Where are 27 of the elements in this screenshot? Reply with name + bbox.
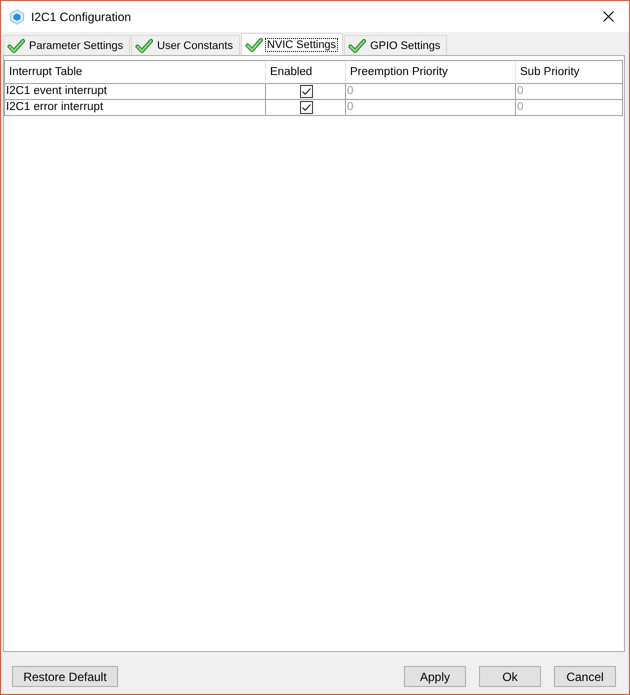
table-cell: 0	[517, 84, 524, 99]
tab[interactable]: User Constants	[131, 35, 240, 55]
table-cell: 0	[347, 100, 354, 115]
check-icon	[348, 38, 366, 54]
tab[interactable]: NVIC Settings	[240, 33, 344, 55]
check-icon	[244, 36, 263, 52]
table-cell: 0	[517, 100, 524, 115]
restore-default-button[interactable]: Restore Default	[12, 666, 118, 687]
column-header: Preemption Priority	[346, 61, 516, 84]
dialog-button[interactable]: Cancel	[554, 666, 616, 687]
tab[interactable]: Parameter Settings	[3, 35, 130, 55]
table-cell: I2C1 event interrupt	[6, 84, 108, 99]
column-header: Enabled	[266, 61, 346, 84]
table-cell: I2C1 error interrupt	[6, 100, 104, 115]
checkbox[interactable]	[300, 85, 312, 98]
column-header: Interrupt Table	[5, 61, 266, 84]
dialog-button[interactable]: Apply	[404, 666, 466, 687]
cube-icon	[9, 8, 25, 24]
column-header: Sub Priority	[516, 61, 622, 84]
check-icon	[135, 38, 154, 54]
close-icon	[602, 11, 614, 22]
table-cell: 0	[347, 84, 354, 99]
checkbox[interactable]	[300, 101, 312, 114]
tab[interactable]: GPIO Settings	[344, 35, 448, 55]
check-icon	[7, 38, 25, 54]
dialog-button[interactable]: Ok	[479, 666, 541, 687]
window-title: I2C1 Configuration	[31, 10, 132, 24]
